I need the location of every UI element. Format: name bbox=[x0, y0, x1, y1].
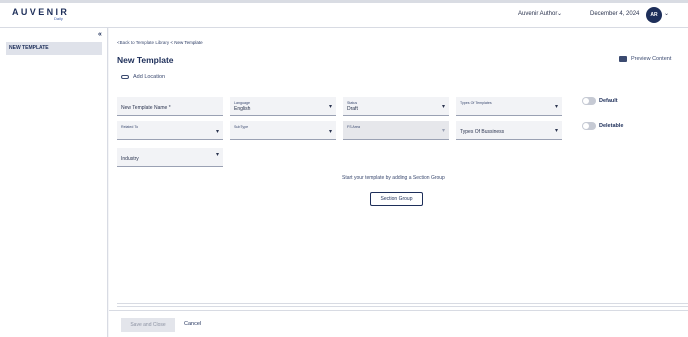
sidebar-item-new-template[interactable]: NEW TEMPLATE bbox=[6, 42, 102, 55]
role-selector[interactable]: Auvenir Author bbox=[518, 11, 557, 17]
current-date: December 4, 2024 bbox=[590, 11, 640, 17]
default-toggle[interactable] bbox=[582, 97, 596, 105]
scroll-divider bbox=[117, 303, 688, 307]
chevron-down-icon[interactable]: ⌄ bbox=[557, 10, 562, 17]
chevron-down-icon[interactable]: ⌄ bbox=[664, 10, 669, 17]
breadcrumb-back-link[interactable]: <Back to Template Library bbox=[117, 40, 169, 45]
caret-down-icon: ▾ bbox=[215, 152, 219, 158]
default-toggle-label: Default bbox=[599, 98, 618, 104]
breadcrumb-current: < New Template bbox=[169, 40, 203, 45]
related-to-label: Related To bbox=[121, 125, 139, 129]
subtype-label: SubType bbox=[234, 125, 249, 129]
page-title: New Template bbox=[117, 55, 174, 65]
fs-area-select[interactable]: FS Area ▾ bbox=[343, 121, 449, 140]
preview-content-button[interactable]: Preview Content bbox=[619, 56, 671, 62]
top-header bbox=[0, 0, 688, 28]
sidebar bbox=[0, 28, 108, 337]
caret-down-icon: ▾ bbox=[554, 128, 558, 134]
related-to-select[interactable]: Related To ▾ bbox=[117, 121, 223, 140]
caret-down-icon: ▾ bbox=[328, 104, 332, 110]
caret-down-icon: ▾ bbox=[215, 129, 219, 135]
window-strip bbox=[0, 0, 688, 3]
caret-down-icon: ▾ bbox=[441, 104, 445, 110]
template-name-placeholder: New Template Name * bbox=[121, 105, 171, 111]
cancel-button[interactable]: Cancel bbox=[184, 321, 201, 327]
subtype-select[interactable]: SubType ▾ bbox=[230, 121, 336, 140]
save-and-close-button[interactable]: Save and Close bbox=[121, 318, 175, 332]
language-select[interactable]: Language English ▾ bbox=[230, 97, 336, 116]
section-group-button[interactable]: Section Group bbox=[370, 192, 423, 206]
caret-down-icon: ▾ bbox=[328, 129, 332, 135]
status-value: Draft bbox=[347, 106, 358, 112]
template-name-field[interactable]: New Template Name * bbox=[117, 97, 223, 116]
status-select[interactable]: Status Draft ▾ bbox=[343, 97, 449, 116]
types-of-templates-label: Types Of Templates bbox=[460, 101, 492, 105]
link-icon bbox=[121, 75, 129, 79]
preview-content-label: Preview Content bbox=[631, 56, 672, 62]
main-panel bbox=[109, 28, 688, 337]
double-chevron-left-icon[interactable]: « bbox=[98, 31, 102, 38]
deletable-toggle-label: Deletable bbox=[599, 123, 624, 129]
industry-placeholder: Industry bbox=[121, 156, 139, 162]
deletable-toggle[interactable] bbox=[582, 122, 596, 130]
caret-down-icon: ▾ bbox=[441, 128, 445, 134]
types-of-business-select[interactable]: Types Of Bussiness ▾ bbox=[456, 121, 562, 140]
avatar[interactable]: AR bbox=[646, 7, 662, 23]
language-label: Language bbox=[234, 101, 250, 105]
caret-down-icon: ▾ bbox=[554, 104, 558, 110]
add-location-button[interactable]: Add Location bbox=[121, 74, 165, 80]
language-value: English bbox=[234, 106, 251, 112]
types-of-business-placeholder: Types Of Bussiness bbox=[460, 129, 505, 135]
industry-select[interactable]: Industry ▾ bbox=[117, 148, 223, 167]
folder-icon bbox=[619, 56, 627, 62]
add-location-label: Add Location bbox=[133, 74, 166, 80]
brand-subtitle: Daily bbox=[54, 16, 63, 21]
empty-state-hint: Start your template by adding a Section … bbox=[342, 175, 445, 181]
fs-area-label: FS Area bbox=[347, 125, 360, 129]
types-of-templates-select[interactable]: Types Of Templates ▾ bbox=[456, 97, 562, 116]
breadcrumb: <Back to Template Library < New Template bbox=[117, 40, 203, 45]
status-label: Status bbox=[347, 101, 358, 105]
